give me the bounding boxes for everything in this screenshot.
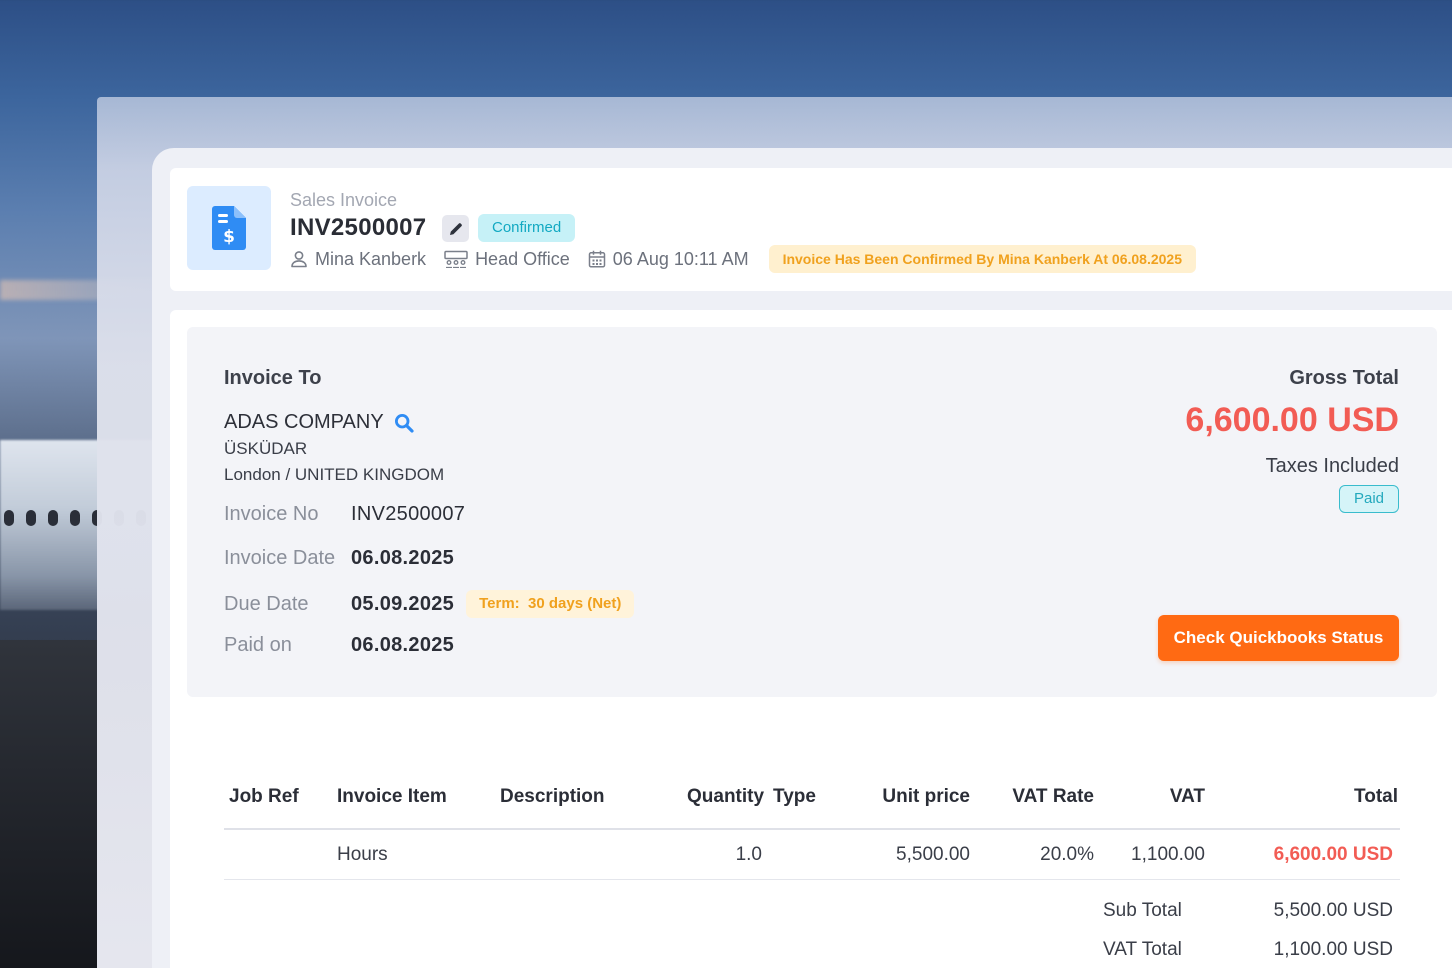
- paid-on-value: 06.08.2025: [351, 634, 455, 656]
- invoice-dollar-icon: $: [212, 206, 246, 250]
- building-icon: [444, 250, 468, 268]
- customer-address-line1: ÜSKÜDAR: [224, 439, 308, 458]
- col-invoice-item: Invoice Item: [337, 786, 447, 807]
- col-job-ref: Job Ref: [229, 786, 299, 807]
- col-vat: VAT: [1169, 786, 1205, 807]
- customer-company-name: ADAS COMPANY: [224, 411, 384, 433]
- cell-vat-rate: 20.0%: [1040, 844, 1094, 865]
- invoice-to-title: Invoice To: [224, 367, 322, 389]
- table-row: Hours 1.0 5,500.00 20.0% 1,100.00 6,600.…: [224, 830, 1400, 880]
- col-quantity: Quantity: [687, 786, 765, 807]
- meta-branch: Head Office: [444, 249, 570, 270]
- due-date-row: Due Date 05.09.2025 Term: 30 days (Net): [224, 590, 635, 618]
- term-value: 30 days (Net): [528, 595, 622, 612]
- gross-total-label: Gross Total: [1289, 367, 1399, 389]
- due-date-label: Due Date: [224, 592, 309, 615]
- gross-total-value: 6,600.00 USD: [1185, 401, 1399, 439]
- totals-summary: Sub Total 5,500.00 USD VAT Total 1,100.0…: [1103, 900, 1393, 968]
- table-header: Job Ref Invoice Item Description Quantit…: [224, 780, 1400, 830]
- meta-user: Mina Kanberk: [290, 249, 426, 270]
- vat-total-label: VAT Total: [1103, 939, 1182, 960]
- invoice-date-value: 06.08.2025: [351, 547, 455, 569]
- invoice-no-row: Invoice No INV2500007: [224, 503, 465, 526]
- invoice-summary-panel: Invoice To ADAS COMPANY ÜSKÜDAR London /…: [187, 327, 1437, 697]
- due-date-value: 05.09.2025: [351, 592, 455, 615]
- sub-total-label: Sub Total: [1103, 900, 1182, 921]
- sub-total-value: 5,500.00 USD: [1273, 900, 1393, 921]
- svg-text:$: $: [223, 227, 235, 247]
- vat-total-value: 1,100.00 USD: [1273, 939, 1393, 960]
- col-description: Description: [500, 786, 605, 807]
- confirmation-note: Invoice Has Been Confirmed By Mina Kanbe…: [768, 245, 1196, 273]
- customer-address-line2: London / UNITED KINGDOM: [224, 465, 445, 484]
- meta-datetime: 06 Aug 10:11 AM: [612, 248, 749, 269]
- meta-branch-name: Head Office: [475, 248, 570, 269]
- col-type: Type: [773, 786, 816, 807]
- document-type: Sales Invoice: [290, 190, 398, 210]
- invoice-date-label: Invoice Date: [224, 547, 336, 569]
- col-total: Total: [1354, 786, 1398, 807]
- invoice-no-label: Invoice No: [224, 503, 319, 525]
- sub-total-row: Sub Total 5,500.00 USD: [1103, 900, 1393, 939]
- payment-term-badge: Term: 30 days (Net): [466, 590, 635, 618]
- customer-company: ADAS COMPANY: [224, 411, 414, 434]
- cell-vat: 1,100.00: [1131, 844, 1205, 865]
- paid-on-label: Paid on: [224, 634, 292, 656]
- col-vat-rate: VAT Rate: [1012, 786, 1094, 807]
- meta-user-name: Mina Kanberk: [315, 248, 427, 269]
- paid-on-row: Paid on 06.08.2025: [224, 634, 454, 657]
- taxes-included-note: Taxes Included: [1265, 455, 1399, 477]
- cell-invoice-item: Hours: [337, 844, 388, 865]
- check-quickbooks-button[interactable]: Check Quickbooks Status: [1158, 615, 1399, 661]
- invoice-body: Invoice To ADAS COMPANY ÜSKÜDAR London /…: [170, 310, 1452, 968]
- col-unit-price: Unit price: [882, 786, 970, 807]
- invoice-date-row: Invoice Date 06.08.2025: [224, 547, 454, 570]
- search-icon[interactable]: [394, 413, 414, 433]
- meta-date: 06 Aug 10:11 AM: [588, 249, 749, 270]
- edit-button[interactable]: [442, 215, 469, 242]
- calendar-icon: [588, 250, 606, 268]
- pencil-icon: [449, 222, 462, 235]
- payment-status-badge: Paid: [1338, 485, 1399, 513]
- cell-total: 6,600.00 USD: [1273, 844, 1393, 865]
- cell-unit-price: 5,500.00: [896, 844, 970, 865]
- term-label: Term:: [479, 595, 520, 612]
- user-icon: [291, 251, 307, 268]
- invoice-no-value: INV2500007: [351, 503, 466, 525]
- invoice-doc-icon: $: [187, 186, 271, 270]
- cell-quantity: 1.0: [735, 844, 762, 865]
- invoice-items-table: Job Ref Invoice Item Description Quantit…: [224, 780, 1400, 880]
- invoice-header: $ Sales Invoice INV2500007 Confirmed Min…: [170, 168, 1452, 291]
- vat-total-row: VAT Total 1,100.00 USD: [1103, 939, 1393, 968]
- status-badge: Confirmed: [478, 214, 576, 242]
- invoice-meta: Mina Kanberk Head Office 06 Aug 10:11 AM…: [290, 245, 1196, 273]
- document-number: INV2500007: [290, 214, 427, 241]
